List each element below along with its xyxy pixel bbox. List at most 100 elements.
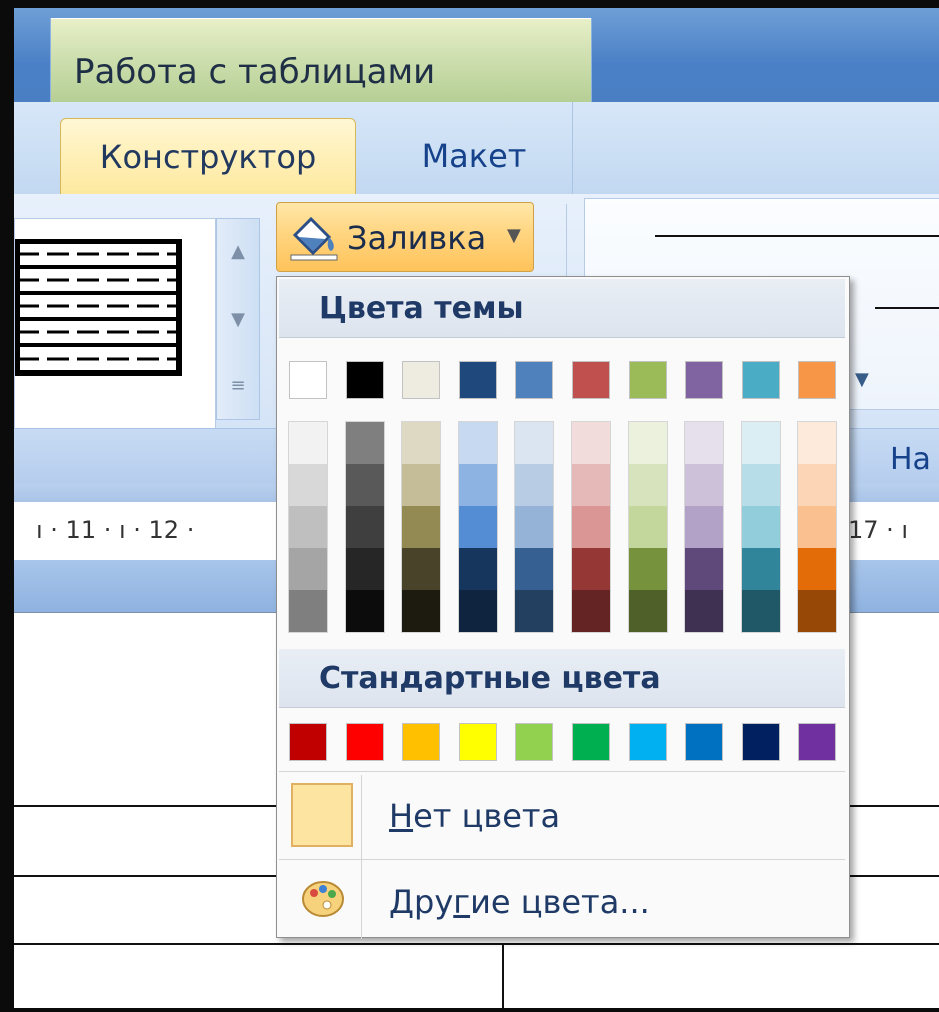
theme-shade-swatch[interactable] — [628, 590, 667, 632]
theme-shade-swatch[interactable] — [685, 548, 724, 590]
more-colors-item[interactable]: Другие цвета... — [279, 861, 845, 945]
no-color-item[interactable]: Нет цвета — [279, 775, 845, 859]
theme-shade-swatch[interactable] — [572, 548, 610, 590]
theme-shade-swatch[interactable] — [798, 590, 837, 632]
theme-color-swatch[interactable] — [289, 361, 327, 399]
table-styles-gallery[interactable] — [14, 218, 216, 430]
line-style-preview — [655, 235, 939, 237]
theme-shade-swatch[interactable] — [289, 506, 327, 548]
theme-shade-swatch[interactable] — [515, 422, 554, 464]
standard-color-swatch[interactable] — [572, 723, 610, 761]
standard-color-swatch[interactable] — [458, 723, 497, 761]
paint-bucket-icon — [290, 216, 338, 261]
theme-shade-swatch[interactable] — [458, 464, 497, 506]
standard-colors-heading: Стандартные цвета — [319, 661, 661, 696]
fill-button[interactable]: Заливка ▼ — [276, 202, 534, 272]
theme-color-swatch[interactable] — [741, 361, 780, 399]
fill-button-label: Заливка — [347, 219, 487, 257]
theme-shade-column — [457, 421, 498, 633]
theme-shade-swatch[interactable] — [572, 422, 610, 464]
theme-shade-swatch[interactable] — [345, 464, 384, 506]
theme-shade-swatch[interactable] — [345, 422, 384, 464]
theme-shade-swatch[interactable] — [458, 506, 497, 548]
theme-color-swatch[interactable] — [685, 361, 724, 399]
theme-color-swatch[interactable] — [458, 361, 497, 399]
theme-shade-swatch[interactable] — [741, 422, 780, 464]
theme-shade-swatch[interactable] — [741, 548, 780, 590]
theme-shade-swatch[interactable] — [798, 464, 837, 506]
theme-color-swatch[interactable] — [345, 361, 384, 399]
theme-shade-swatch[interactable] — [345, 506, 384, 548]
theme-shade-swatch[interactable] — [798, 422, 837, 464]
no-color-label: Нет цвета — [389, 797, 561, 835]
theme-shade-swatch[interactable] — [628, 506, 667, 548]
theme-color-swatch[interactable] — [572, 361, 610, 399]
theme-shade-swatch[interactable] — [402, 506, 441, 548]
table-style-thumbnail[interactable] — [15, 239, 195, 389]
theme-shade-swatch[interactable] — [345, 548, 384, 590]
theme-shade-column — [627, 421, 668, 633]
gallery-scrollbar[interactable]: ▲ ▼ ≡ — [216, 218, 260, 420]
tab-designer[interactable]: Конструктор — [60, 118, 356, 194]
theme-color-swatch[interactable] — [515, 361, 554, 399]
theme-shade-column — [740, 421, 781, 633]
theme-color-swatch[interactable] — [628, 361, 667, 399]
no-color-swatch — [291, 783, 353, 847]
theme-shade-swatch[interactable] — [515, 548, 554, 590]
theme-shade-swatch[interactable] — [402, 422, 441, 464]
standard-color-swatch[interactable] — [345, 723, 384, 761]
theme-color-swatch[interactable] — [402, 361, 441, 399]
theme-shade-swatch[interactable] — [515, 590, 554, 632]
theme-colors-header: Цвета темы — [279, 279, 845, 338]
word-window: Работа с таблицами Конструктор Макет ▲ ▼… — [14, 8, 939, 1008]
theme-shade-swatch[interactable] — [572, 590, 610, 632]
theme-shade-swatch[interactable] — [402, 548, 441, 590]
chevron-down-icon[interactable]: ▼ — [855, 369, 869, 390]
theme-shade-swatch[interactable] — [628, 464, 667, 506]
theme-shade-swatch[interactable] — [458, 548, 497, 590]
theme-shade-swatch[interactable] — [572, 506, 610, 548]
standard-color-swatch[interactable] — [741, 723, 780, 761]
theme-shade-swatch[interactable] — [572, 464, 610, 506]
theme-shade-swatch[interactable] — [741, 506, 780, 548]
theme-shade-swatch[interactable] — [402, 590, 441, 632]
standard-colors-header: Стандартные цвета — [279, 649, 845, 708]
menu-separator — [279, 771, 845, 772]
theme-shade-swatch[interactable] — [289, 590, 327, 632]
theme-shade-swatch[interactable] — [798, 548, 837, 590]
gallery-more-icon[interactable]: ≡ — [217, 353, 259, 417]
standard-color-swatch[interactable] — [685, 723, 724, 761]
theme-shade-swatch[interactable] — [345, 590, 384, 632]
standard-color-swatch[interactable] — [515, 723, 554, 761]
ruler-ticks-right: 17 · ı — [848, 516, 909, 544]
scroll-up-icon[interactable]: ▲ — [217, 219, 259, 283]
menu-separator — [279, 859, 845, 860]
theme-shade-swatch[interactable] — [628, 422, 667, 464]
theme-shade-swatch[interactable] — [515, 464, 554, 506]
theme-shade-swatch[interactable] — [458, 590, 497, 632]
theme-shade-column — [797, 421, 838, 633]
theme-color-swatch[interactable] — [798, 361, 837, 399]
theme-shade-swatch[interactable] — [289, 464, 327, 506]
theme-shade-swatch[interactable] — [798, 506, 837, 548]
tab-layout[interactable]: Макет — [394, 118, 554, 194]
theme-shade-swatch[interactable] — [685, 506, 724, 548]
theme-shade-swatch[interactable] — [628, 548, 667, 590]
standard-color-swatch[interactable] — [798, 723, 837, 761]
theme-shade-swatch[interactable] — [458, 422, 497, 464]
group-label-draw-borders: На — [890, 442, 931, 477]
theme-shade-swatch[interactable] — [515, 506, 554, 548]
theme-shade-swatch[interactable] — [402, 464, 441, 506]
theme-shade-column — [401, 421, 442, 633]
standard-color-swatch[interactable] — [402, 723, 441, 761]
standard-color-swatch[interactable] — [289, 723, 327, 761]
theme-shade-swatch[interactable] — [685, 590, 724, 632]
standard-color-swatch[interactable] — [628, 723, 667, 761]
theme-shade-swatch[interactable] — [741, 590, 780, 632]
theme-shade-swatch[interactable] — [289, 548, 327, 590]
theme-shade-swatch[interactable] — [685, 422, 724, 464]
scroll-down-icon[interactable]: ▼ — [217, 287, 259, 351]
theme-shade-swatch[interactable] — [741, 464, 780, 506]
theme-shade-swatch[interactable] — [289, 422, 327, 464]
theme-shade-swatch[interactable] — [685, 464, 724, 506]
